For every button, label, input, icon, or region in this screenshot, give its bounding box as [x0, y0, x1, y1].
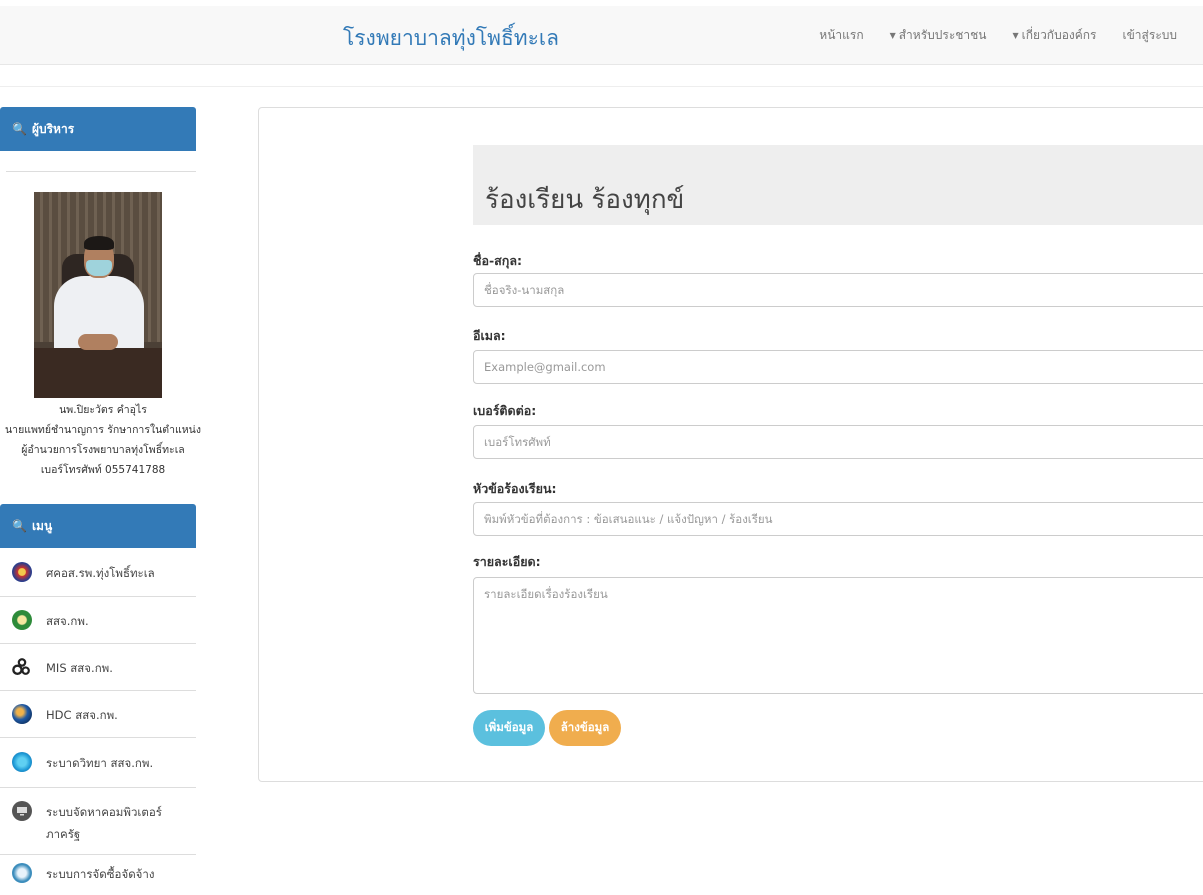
sidebar-item-gov-computer[interactable]: ระบบจัดหาคอมพิวเตอร์ ภาครัฐ: [0, 788, 196, 855]
email-label: อีเมล:: [473, 328, 506, 343]
gears-icon: [12, 657, 32, 677]
form-title-banner: ร้องเรียน ร้องทุกข์: [473, 145, 1203, 225]
subject-field[interactable]: [473, 502, 1203, 536]
sidebar-item-hdc[interactable]: HDC สสจ.กพ.: [0, 691, 196, 738]
nav-about-dropdown[interactable]: ▼ เกี่ยวกับองค์กร: [1013, 26, 1097, 45]
health-logo-icon: [12, 610, 32, 630]
phone-label: เบอร์ติดต่อ:: [473, 403, 537, 418]
name-label: ชื่อ-สกุล:: [473, 253, 523, 268]
page-title: ร้องเรียน ร้องทุกข์: [485, 185, 685, 215]
subject-label: หัวข้อร้องเรียน:: [473, 481, 557, 496]
sidebar-menu-list: ศคอส.รพ.ทุ่งโพธิ์ทะเล สสจ.กพ. MIS สสจ.กพ…: [0, 548, 196, 895]
name-field[interactable]: [473, 273, 1203, 307]
nav-login-label: เข้าสู่ระบบ: [1122, 27, 1178, 42]
procurement-icon: [12, 863, 32, 883]
divider: [6, 171, 196, 172]
director-phone: เบอร์โทรศัพท์ 055741788: [40, 464, 166, 476]
sidebar-item-label: HDC สสจ.กพ.: [46, 708, 118, 722]
sidebar-item-label: ระบาดวิทยา สสจ.กพ.: [46, 756, 154, 770]
top-navbar: โรงพยาบาลทุ่งโพธิ์ทะเล หน้าแรก ▼ สำหรับปร…: [0, 6, 1203, 65]
nav-for-public-dropdown[interactable]: ▼ สำหรับประชาชน: [890, 26, 987, 45]
caret-down-icon: ▼: [1012, 30, 1019, 40]
menu-panel-heading: 🔍 เมนู: [0, 504, 196, 548]
nav-about-label: เกี่ยวกับองค์กร: [1021, 27, 1097, 42]
database-icon: [12, 704, 32, 724]
director-position: นายแพทย์ชำนาญการ รักษาการในตำแหน่ง: [5, 424, 201, 436]
caret-down-icon: ▼: [889, 30, 896, 40]
email-field[interactable]: [473, 350, 1203, 384]
sidebar-item-label: ระบบจัดหาคอมพิวเตอร์ ภาครัฐ: [46, 805, 162, 841]
computer-icon: [12, 801, 32, 821]
sidebar-item-procurement[interactable]: ระบบการจัดซื้อจัดจ้าง: [0, 855, 196, 895]
menu-panel-title: เมนู: [31, 518, 53, 533]
admin-panel-title: ผู้บริหาร: [31, 121, 75, 136]
nav-home-label: หน้าแรก: [819, 27, 864, 42]
director-name: นพ.ปิยะวัตร คำอุไร: [59, 404, 147, 416]
sidebar-item-label: ระบบการจัดซื้อจัดจ้าง: [46, 867, 155, 881]
details-label: รายละเอียด:: [473, 554, 541, 569]
nav-for-public-label: สำหรับประชาชน: [898, 27, 987, 42]
clear-data-button[interactable]: ล้างข้อมูล: [549, 710, 621, 746]
sidebar-item-hospital-center[interactable]: ศคอส.รพ.ทุ่งโพธิ์ทะเล: [0, 548, 196, 597]
virus-icon: [12, 752, 32, 772]
director-role: ผู้อำนวยการโรงพยาบาลทุ่งโพธิ์ทะเล: [21, 444, 185, 456]
admin-panel-heading: 🔍 ผู้บริหาร: [0, 107, 196, 151]
add-data-button[interactable]: เพิ่มข้อมูล: [473, 710, 545, 746]
key-icon: 🔍: [12, 519, 27, 533]
brand-title[interactable]: โรงพยาบาลทุ่งโพธิ์ทะเล: [343, 22, 559, 55]
director-info: นพ.ปิยะวัตร คำอุไร นายแพทย์ชำนาญการ รักษ…: [0, 400, 206, 480]
nav-home[interactable]: หน้าแรก: [819, 26, 863, 45]
sidebar-item-label: สสจ.กพ.: [46, 614, 89, 628]
key-icon: 🔍: [12, 122, 27, 136]
nav-links: หน้าแรก ▼ สำหรับประชาชน ▼ เกี่ยวกับองค์กร …: [793, 6, 1177, 64]
sidebar-item-label: ศคอส.รพ.ทุ่งโพธิ์ทะเล: [46, 566, 155, 580]
nav-login[interactable]: เข้าสู่ระบบ: [1123, 26, 1178, 45]
emblem-icon: [12, 562, 32, 582]
director-photo: [34, 192, 162, 398]
sidebar-item-provincial-health[interactable]: สสจ.กพ.: [0, 597, 196, 644]
sidebar-item-label: MIS สสจ.กพ.: [46, 661, 113, 675]
sidebar-item-mis[interactable]: MIS สสจ.กพ.: [0, 644, 196, 691]
divider: [0, 86, 1203, 87]
phone-field[interactable]: [473, 425, 1203, 459]
details-textarea[interactable]: [473, 577, 1203, 694]
sidebar-item-epidemiology[interactable]: ระบาดวิทยา สสจ.กพ.: [0, 738, 196, 788]
